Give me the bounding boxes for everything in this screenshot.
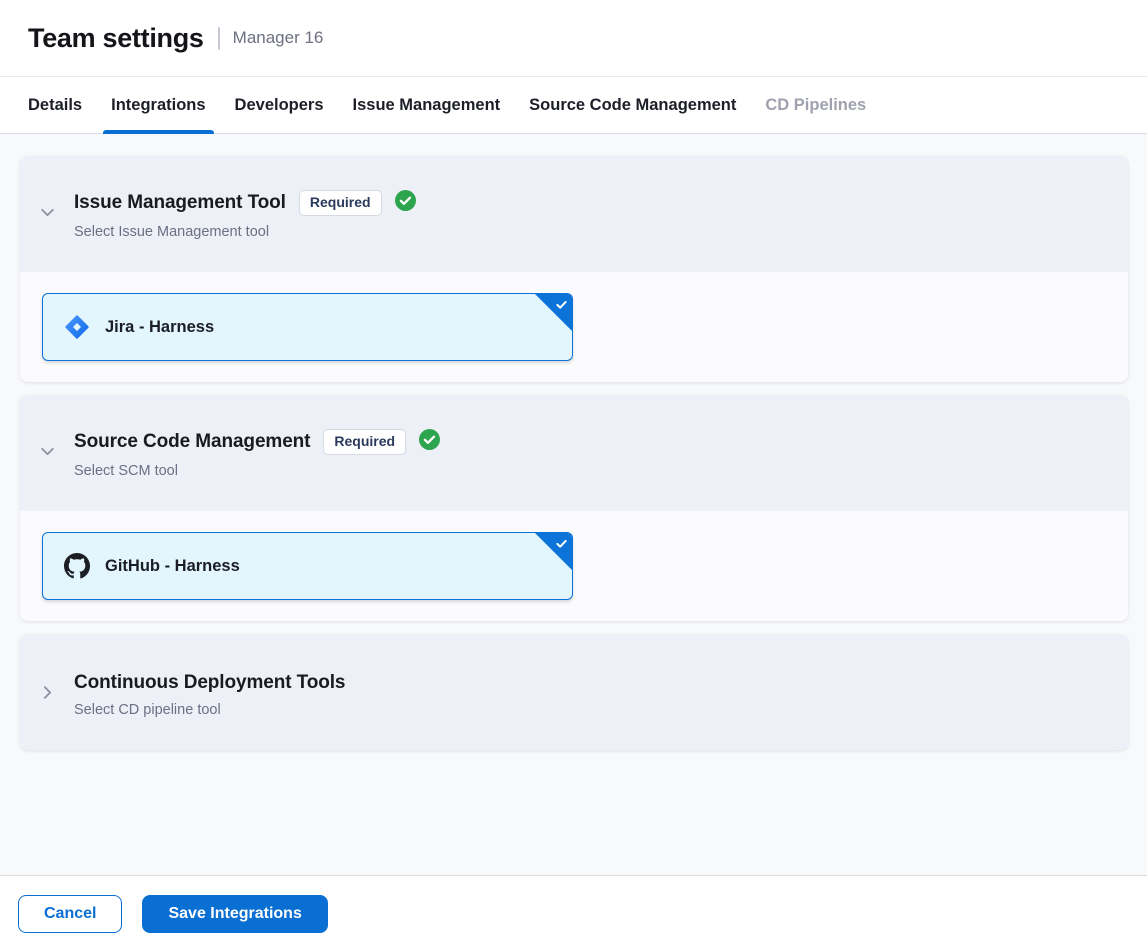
tab-developers[interactable]: Developers xyxy=(235,77,324,133)
integration-card-label: GitHub - Harness xyxy=(105,557,240,576)
section-subtitle: Select SCM tool xyxy=(74,463,1104,479)
section-source-code-management: Source Code Management Required Select S… xyxy=(20,395,1128,621)
page-title: Team settings xyxy=(28,23,204,54)
section-header-cd-tools[interactable]: Continuous Deployment Tools Select CD pi… xyxy=(20,634,1128,750)
collapse-toggle[interactable] xyxy=(20,443,74,465)
chevron-right-icon xyxy=(39,684,56,706)
required-badge: Required xyxy=(299,190,382,216)
chevron-down-icon xyxy=(39,443,56,465)
selected-check-icon xyxy=(555,298,568,316)
collapse-toggle[interactable] xyxy=(20,684,74,706)
section-body: Jira - Harness xyxy=(20,272,1128,382)
integration-card-github[interactable]: GitHub - Harness xyxy=(42,532,573,600)
section-header-issue-management[interactable]: Issue Management Tool Required Select Is… xyxy=(20,156,1128,272)
section-title: Issue Management Tool xyxy=(74,192,286,214)
tab-issue-management[interactable]: Issue Management xyxy=(353,77,501,133)
integrations-panel: Issue Management Tool Required Select Is… xyxy=(0,134,1147,875)
check-circle-icon xyxy=(395,190,416,216)
jira-icon xyxy=(64,314,90,340)
github-icon xyxy=(64,553,90,579)
integration-card-jira[interactable]: Jira - Harness xyxy=(42,293,573,361)
save-integrations-button[interactable]: Save Integrations xyxy=(142,895,327,933)
section-title: Continuous Deployment Tools xyxy=(74,672,345,694)
tab-details[interactable]: Details xyxy=(28,77,82,133)
check-circle-icon xyxy=(419,429,440,455)
page-subtitle: Manager 16 xyxy=(233,28,324,48)
cancel-button[interactable]: Cancel xyxy=(18,895,122,933)
tab-bar: Details Integrations Developers Issue Ma… xyxy=(0,77,1147,134)
integration-card-label: Jira - Harness xyxy=(105,318,214,337)
section-header-scm[interactable]: Source Code Management Required Select S… xyxy=(20,395,1128,511)
footer-action-bar: Cancel Save Integrations xyxy=(0,875,1147,952)
section-subtitle: Select CD pipeline tool xyxy=(74,702,1104,718)
section-issue-management-tool: Issue Management Tool Required Select Is… xyxy=(20,156,1128,382)
page-header: Team settings Manager 16 xyxy=(0,0,1147,77)
tab-cd-pipelines: CD Pipelines xyxy=(765,77,866,133)
section-continuous-deployment-tools: Continuous Deployment Tools Select CD pi… xyxy=(20,634,1128,750)
chevron-down-icon xyxy=(39,204,56,226)
selected-check-icon xyxy=(555,537,568,555)
tab-integrations[interactable]: Integrations xyxy=(111,77,205,133)
collapse-toggle[interactable] xyxy=(20,204,74,226)
required-badge: Required xyxy=(323,429,406,455)
section-title: Source Code Management xyxy=(74,431,310,453)
title-separator xyxy=(218,27,220,50)
section-subtitle: Select Issue Management tool xyxy=(74,224,1104,240)
tab-source-code-management[interactable]: Source Code Management xyxy=(529,77,736,133)
section-body: GitHub - Harness xyxy=(20,511,1128,621)
